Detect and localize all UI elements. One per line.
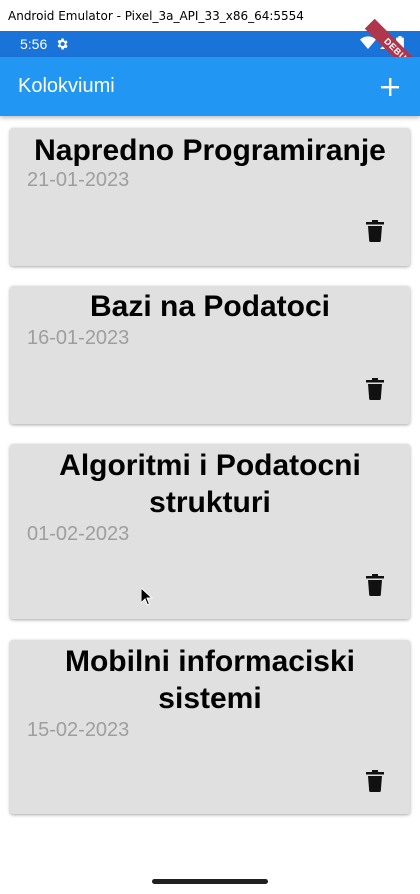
exam-name: Algoritmi i Podatocni strukturi bbox=[59, 449, 361, 519]
status-bar: 5:56 bbox=[0, 31, 420, 57]
exam-name: Mobilni informaciski sistemi bbox=[64, 645, 356, 715]
exam-name: Bazi na Podatoci bbox=[89, 290, 331, 323]
exam-date: 15-02-2023 bbox=[27, 719, 130, 741]
status-time: 5:56 bbox=[20, 36, 48, 52]
delete-button[interactable] bbox=[364, 218, 386, 244]
exam-date: 21-01-2023 bbox=[27, 169, 130, 191]
add-exam-button[interactable] bbox=[376, 73, 404, 101]
exam-card[interactable]: Bazi na Podatoci 16-01-2023 bbox=[10, 286, 410, 424]
exam-date: 01-02-2023 bbox=[27, 523, 130, 545]
app-bar: Kolokviumi bbox=[0, 57, 420, 116]
delete-button[interactable] bbox=[364, 768, 386, 794]
trash-icon bbox=[366, 378, 384, 400]
exam-card[interactable]: Algoritmi i Podatocni strukturi 01-02-20… bbox=[10, 444, 410, 619]
exam-list[interactable]: Napredno Programiranje 21-01-2023 Bazi n… bbox=[0, 116, 420, 868]
delete-button[interactable] bbox=[364, 376, 386, 402]
exam-name: Napredno Programiranje bbox=[34, 134, 386, 167]
exam-card[interactable]: Mobilni informaciski sistemi 15-02-2023 bbox=[10, 640, 410, 814]
system-nav-bar bbox=[0, 868, 420, 894]
settings-gear-icon bbox=[55, 37, 69, 51]
trash-icon bbox=[366, 220, 384, 242]
app-title: Kolokviumi bbox=[18, 75, 115, 97]
exam-card[interactable]: Napredno Programiranje 21-01-2023 bbox=[10, 128, 410, 266]
plus-icon bbox=[381, 77, 399, 96]
trash-icon bbox=[366, 770, 384, 792]
exam-date: 16-01-2023 bbox=[27, 327, 130, 349]
trash-icon bbox=[366, 574, 384, 596]
home-gesture-handle[interactable] bbox=[152, 878, 268, 884]
delete-button[interactable] bbox=[364, 572, 386, 598]
window-title: Android Emulator - Pixel_3a_API_33_x86_6… bbox=[0, 0, 420, 31]
